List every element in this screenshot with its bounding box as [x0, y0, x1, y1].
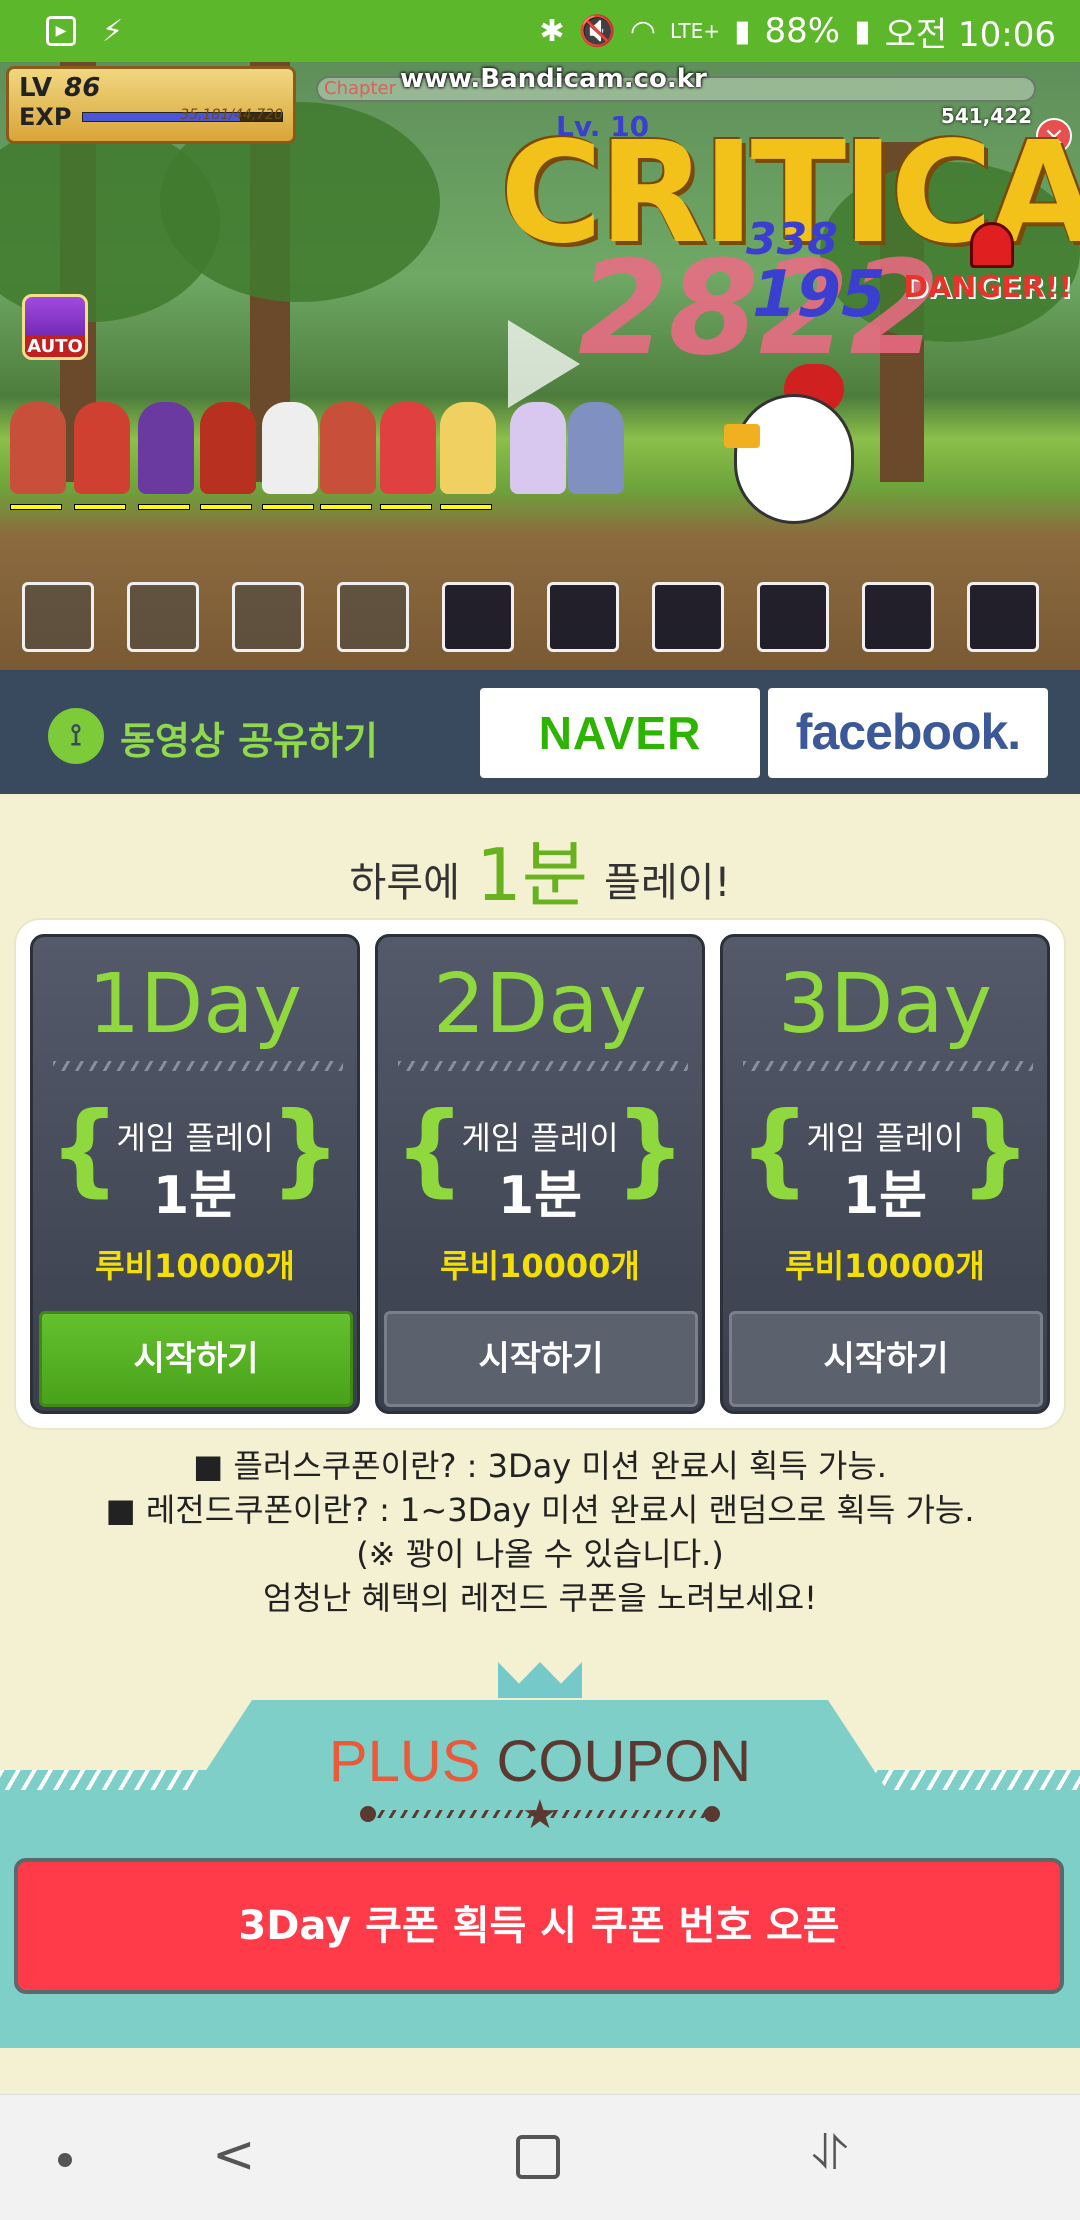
- headline-prefix: 하루에: [349, 860, 460, 906]
- card-reward: 루비10000개: [785, 1247, 985, 1285]
- card-day: 2Day: [432, 957, 648, 1052]
- level-value: 86: [64, 73, 101, 103]
- start-button-day3[interactable]: 시작하기: [729, 1311, 1043, 1407]
- recent-apps-icon[interactable]: ⥯: [812, 2125, 848, 2182]
- character-sprite: [380, 402, 436, 510]
- siren-icon: [970, 222, 1014, 268]
- mute-icon: 🔇: [578, 13, 616, 49]
- coupon-open-button[interactable]: 3Day 쿠폰 획득 시 쿠폰 번호 오픈: [14, 1858, 1064, 1994]
- play-icon[interactable]: [508, 320, 580, 408]
- star-icon: ★: [522, 1792, 558, 1838]
- share-bar: ⟟ 동영상 공유하기 NAVER facebook.: [0, 670, 1080, 794]
- card-minutes: 1분: [842, 1166, 928, 1226]
- naver-share-button[interactable]: NAVER: [480, 688, 760, 778]
- card-reward: 루비10000개: [95, 1247, 295, 1285]
- character-sprite: [510, 402, 566, 494]
- note-line: ■ 플러스쿠폰이란? : 3Day 미션 완료시 획득 가능.: [193, 1447, 887, 1485]
- battery-percent: 88%: [764, 11, 841, 51]
- skill-slot[interactable]: [862, 582, 934, 652]
- character-sprite: [138, 402, 194, 510]
- divider: [53, 1061, 343, 1071]
- skill-slot[interactable]: [232, 582, 304, 652]
- facebook-share-button[interactable]: facebook.: [768, 688, 1048, 778]
- skill-slot[interactable]: [442, 582, 514, 652]
- flash-icon: ⚡: [102, 13, 124, 49]
- card-minutes: 1분: [497, 1166, 583, 1226]
- wifi-icon: ◠: [629, 13, 657, 49]
- skill-slot[interactable]: [22, 582, 94, 652]
- note-line: (※ 꽝이 나올 수 있습니다.): [356, 1535, 724, 1573]
- screen-record-icon: ▶: [46, 16, 76, 46]
- character-sprite: [262, 402, 318, 510]
- card-day: 3Day: [777, 957, 993, 1052]
- character-sprite: [440, 402, 496, 510]
- skill-slot[interactable]: [337, 582, 409, 652]
- signal-icon: ▮: [734, 13, 751, 49]
- exp-label: EXP: [19, 103, 72, 131]
- mission-cards: 1Day { } 게임 플레이 1분 루비10000개 시작하기 2Day { …: [16, 920, 1064, 1428]
- note-line: ■ 레전드쿠폰이란? : 1~3Day 미션 완료시 랜덤으로 획득 가능.: [105, 1491, 975, 1529]
- share-icon: ⟟: [48, 708, 104, 764]
- home-icon[interactable]: [516, 2135, 560, 2179]
- character-sprite: [320, 402, 376, 510]
- skill-slots: [22, 582, 1039, 652]
- danger-text: DANGER!!: [903, 270, 1072, 305]
- status-bar: ▶ ⚡ ✱ 🔇 ◠ LTE+ ▮ 88% ▮ 오전 10:06: [0, 0, 1080, 62]
- clock: 오전 10:06: [884, 14, 1056, 55]
- skill-slot[interactable]: [967, 582, 1039, 652]
- level-label: LV: [19, 73, 53, 103]
- mission-card-day3: 3Day { } 게임 플레이 1분 루비10000개 시작하기: [720, 934, 1050, 1414]
- character-sprite: [200, 402, 256, 510]
- gameplay-video[interactable]: Chapter LV 86 EXP 35,181/44,720 www.Bandi…: [0, 62, 1080, 670]
- network-type: LTE+: [670, 19, 721, 43]
- skill-slot[interactable]: [652, 582, 724, 652]
- damage-number: 195: [752, 258, 886, 332]
- recorder-watermark: www.Bandicam.co.kr: [400, 64, 707, 94]
- nav-dot-icon[interactable]: [58, 2153, 72, 2167]
- share-label: 동영상 공유하기: [120, 719, 378, 763]
- headline-suffix: 플레이!: [604, 860, 731, 906]
- mission-card-day2: 2Day { } 게임 플레이 1분 루비10000개 시작하기: [375, 934, 705, 1414]
- ornament-dot: [704, 1806, 720, 1822]
- coupon-notes: ■ 플러스쿠폰이란? : 3Day 미션 완료시 획득 가능. ■ 레전드쿠폰이…: [0, 1444, 1080, 1620]
- skill-slot[interactable]: [127, 582, 199, 652]
- start-button-day1[interactable]: 시작하기: [39, 1311, 353, 1407]
- divider: [398, 1061, 688, 1071]
- divider: [743, 1061, 1033, 1071]
- start-button-day2[interactable]: 시작하기: [384, 1311, 698, 1407]
- character-sprite: [568, 402, 624, 494]
- character-sprite: [74, 402, 130, 510]
- card-minutes: 1분: [152, 1166, 238, 1226]
- crown-icon: [498, 1642, 582, 1698]
- battery-icon: ▮: [854, 13, 871, 49]
- skill-slot[interactable]: [547, 582, 619, 652]
- back-icon[interactable]: <: [212, 2125, 256, 2185]
- note-line: 엄청난 혜택의 레전드 쿠폰을 노려보세요!: [263, 1579, 817, 1617]
- level-panel: LV 86 EXP 35,181/44,720: [6, 66, 296, 144]
- exp-text: 35,181/44,720: [180, 107, 283, 123]
- damage-number: 338: [746, 214, 838, 265]
- bluetooth-icon: ✱: [539, 13, 565, 49]
- system-nav-bar: < ⥯: [0, 2094, 1080, 2220]
- plus-coupon-title: PLUS COUPON: [328, 1729, 752, 1794]
- skill-slot[interactable]: [757, 582, 829, 652]
- mission-card-day1: 1Day { } 게임 플레이 1분 루비10000개 시작하기: [30, 934, 360, 1414]
- page-headline: 하루에 1분 플레이!: [0, 812, 1080, 917]
- card-day: 1Day: [87, 957, 303, 1052]
- chicken-boss-sprite: [724, 344, 854, 544]
- card-reward: 루비10000개: [440, 1247, 640, 1285]
- auto-button[interactable]: AUTO: [22, 294, 88, 360]
- headline-highlight: 1분: [475, 833, 589, 917]
- character-sprite: [10, 402, 66, 510]
